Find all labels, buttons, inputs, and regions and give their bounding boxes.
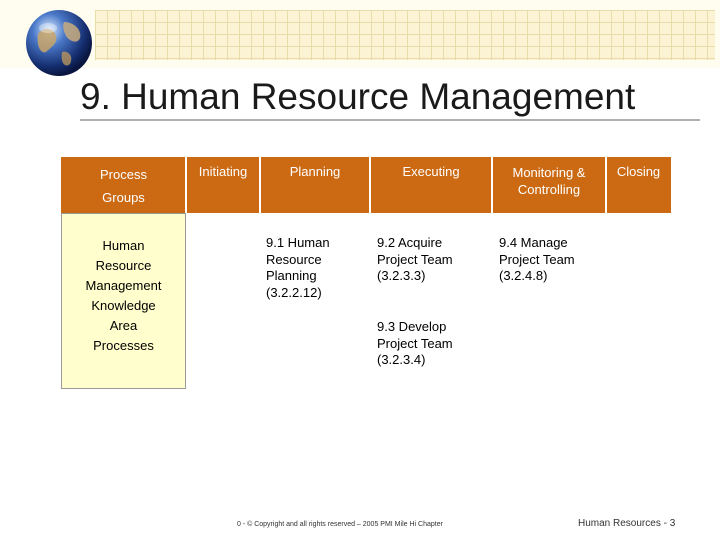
footer-page-label: Human Resources - 3 xyxy=(578,518,676,529)
header-initiating: Initiating xyxy=(186,157,260,213)
process-line: 9.4 Manage xyxy=(499,235,568,250)
process-9-4: 9.4 Manage Project Team (3.2.4.8) xyxy=(499,235,575,285)
column-divider xyxy=(491,157,493,389)
process-line: Resource xyxy=(266,251,322,267)
slide-title: 9. Human Resource Management xyxy=(80,76,636,117)
header-initiating-label: Initiating xyxy=(198,164,248,179)
row-label-line: Area xyxy=(109,318,138,333)
header-process-groups-line2: Groups xyxy=(102,190,145,205)
row-label-cell: Human Resource Management Knowledge Area… xyxy=(61,213,186,389)
header-grid-pattern xyxy=(95,10,715,60)
row-label-line: Knowledge xyxy=(91,298,156,313)
header-executing: Executing xyxy=(370,157,492,213)
header-executing-label: Executing xyxy=(402,164,460,179)
globe-icon xyxy=(26,10,92,76)
header-monitoring-line1: Monitoring & xyxy=(512,165,586,180)
header-planning: Planning xyxy=(260,157,370,213)
header-process-groups-line1: Process xyxy=(100,167,147,182)
process-9-2: 9.2 Acquire Project Team (3.2.3.3) xyxy=(377,235,453,285)
process-line: 9.1 Human xyxy=(266,235,330,250)
process-line: Project Team xyxy=(499,251,575,267)
column-divider xyxy=(369,157,371,389)
row-label-line: Processes xyxy=(93,338,154,353)
process-line: Planning xyxy=(266,268,317,283)
process-line: (3.2.3.4) xyxy=(377,352,426,367)
header-closing-label: Closing xyxy=(616,164,661,179)
process-line: Project Team xyxy=(377,251,453,267)
process-line: (3.2.2.12) xyxy=(266,284,322,300)
process-table: Process Groups Initiating Planning Execu… xyxy=(61,157,671,389)
process-line: 9.3 Develop xyxy=(377,319,447,334)
header-monitoring-line2: Controlling xyxy=(517,182,581,197)
process-line: (3.2.4.8) xyxy=(499,268,548,283)
process-line: Project Team xyxy=(377,335,453,351)
process-9-3: 9.3 Develop Project Team (3.2.3.4) xyxy=(377,319,453,369)
header-planning-label: Planning xyxy=(289,164,341,179)
row-label-line: Human xyxy=(102,238,145,253)
process-line: (3.2.3.3) xyxy=(377,268,426,283)
header-monitoring-controlling: Monitoring & Controlling xyxy=(492,157,606,213)
title-underline xyxy=(80,119,700,121)
row-label-line: Resource xyxy=(95,258,152,273)
column-divider xyxy=(259,157,261,389)
row-label-line: Management xyxy=(85,278,162,293)
header-process-groups: Process Groups xyxy=(61,157,186,213)
header-closing: Closing xyxy=(606,157,671,213)
column-divider xyxy=(605,157,607,389)
process-line: 9.2 Acquire xyxy=(377,235,443,250)
footer-copyright: 0 - © Copyright and all rights reserved … xyxy=(237,521,443,528)
process-9-1: 9.1 Human Resource Planning (3.2.2.12) xyxy=(266,235,330,301)
